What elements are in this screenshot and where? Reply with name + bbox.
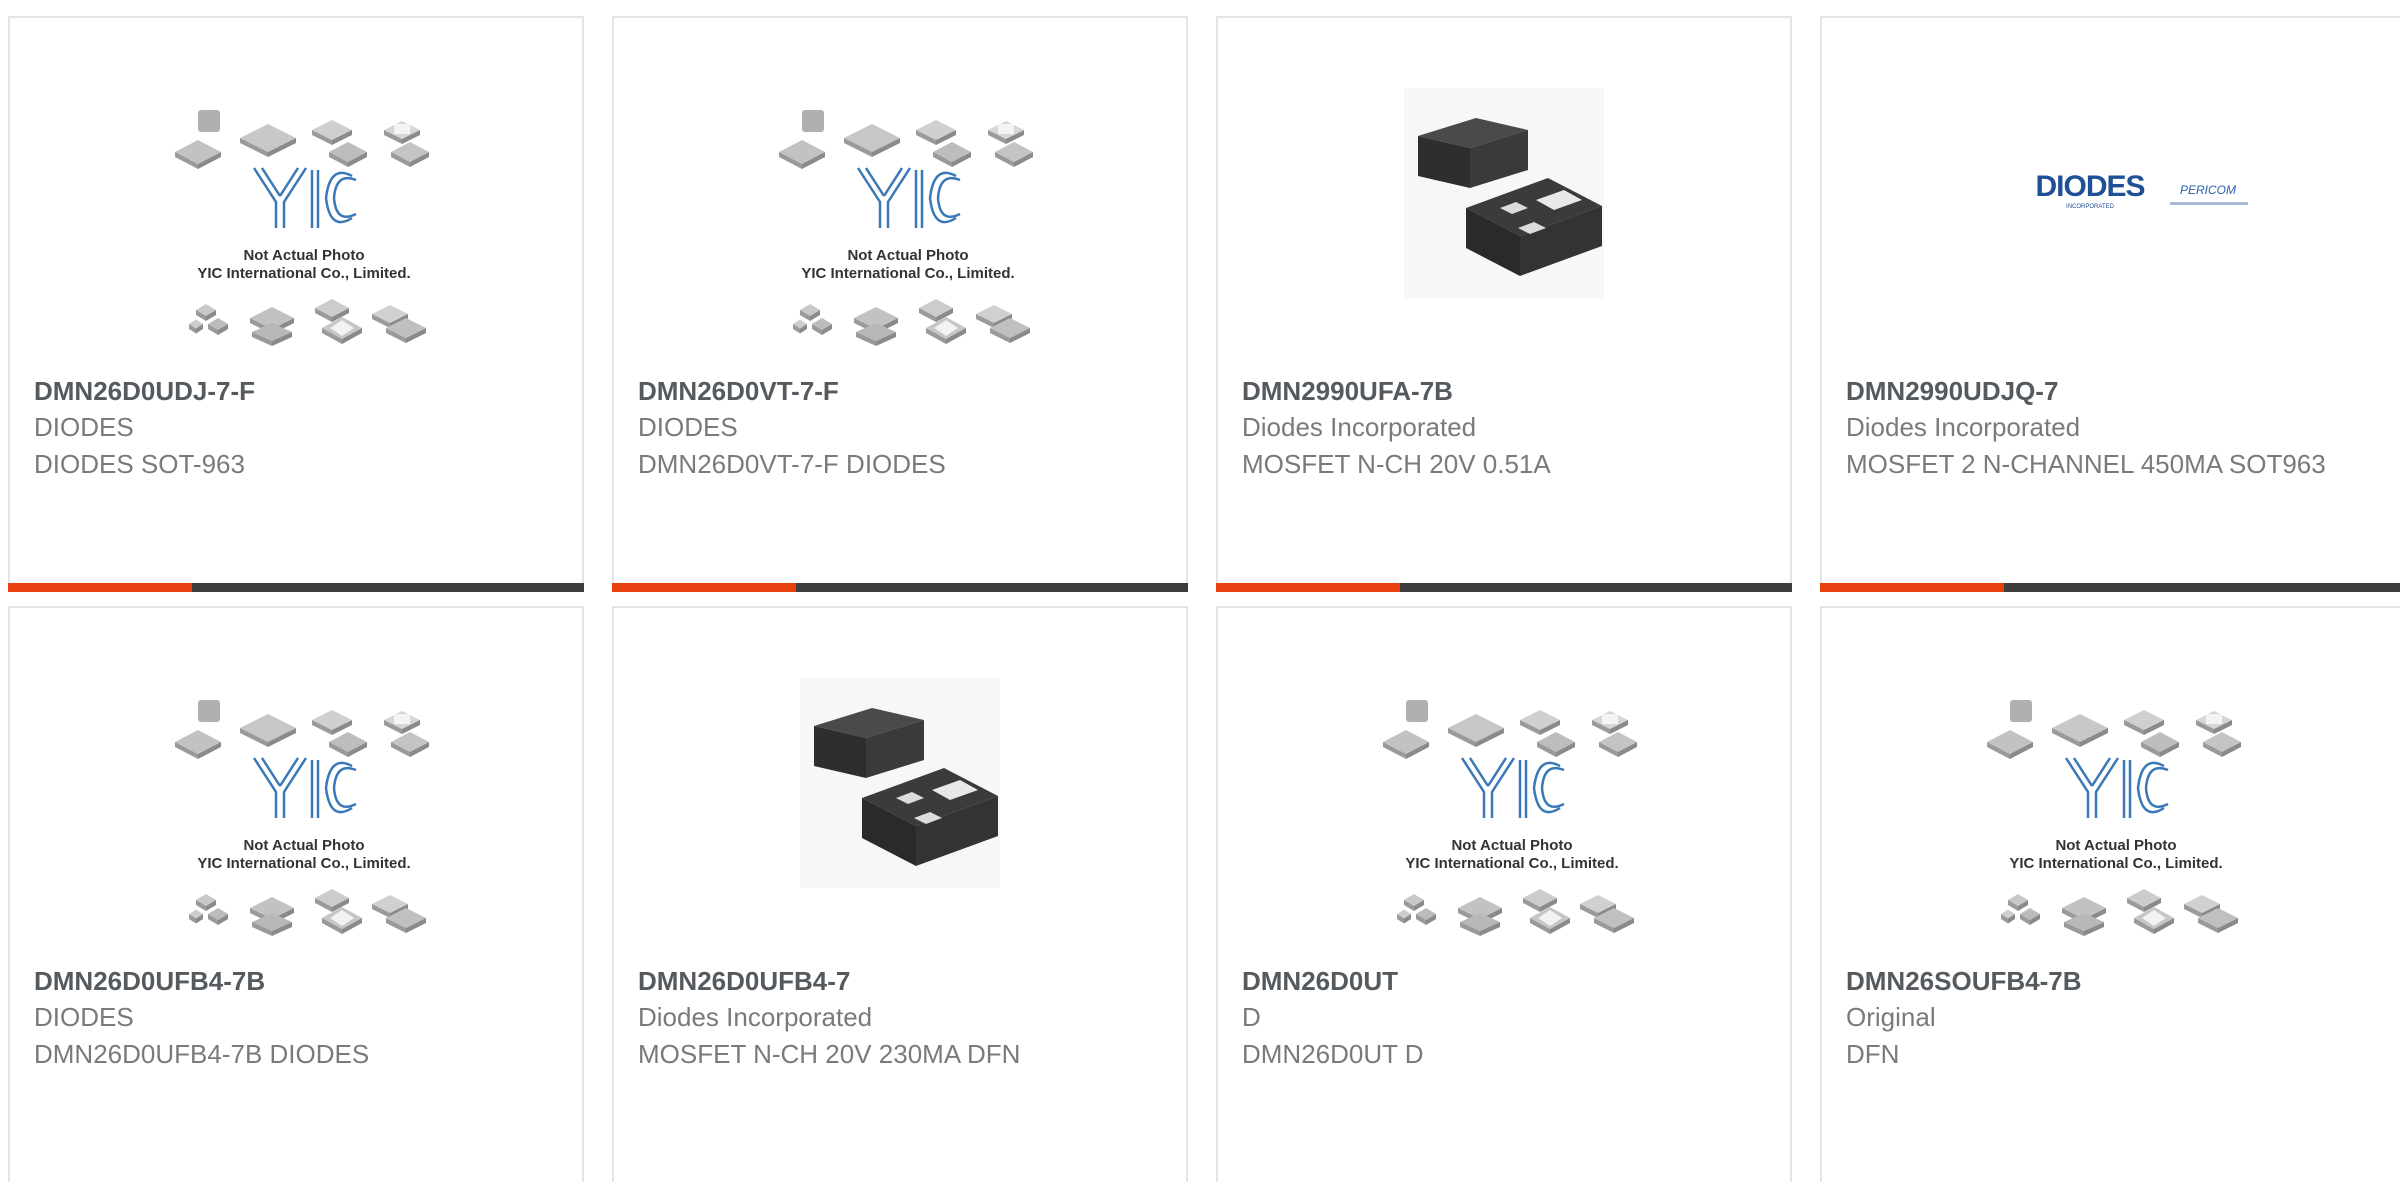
- yic-logo: [252, 757, 357, 818]
- manufacturer-label: DIODES: [638, 412, 738, 442]
- chip-icons-top: [1383, 700, 1637, 759]
- svg-text:DIODES: DIODES: [2035, 170, 2144, 203]
- svg-text:YIC International Co., Limited: YIC International Co., Limited.: [2009, 855, 2222, 872]
- part-number-link[interactable]: DMN2990UDJQ-7: [1846, 374, 2382, 408]
- card-accent: [612, 583, 796, 592]
- chip-icons-bottom: [189, 299, 426, 346]
- card-bottom-bar: [1216, 583, 1792, 592]
- product-card[interactable]: Not Actual Photo YIC International Co., …: [8, 16, 584, 592]
- description-text: DMN26D0UT D: [1242, 1039, 1424, 1069]
- yic-logo: [2064, 757, 2169, 818]
- product-image[interactable]: [614, 608, 1186, 958]
- product-card[interactable]: DMN2990UFA-7B Diodes Incorporated MOSFET…: [1216, 16, 1792, 592]
- part-number-link[interactable]: DMN26SOUFB4-7B: [1846, 964, 2382, 998]
- part-number-link[interactable]: DMN2990UFA-7B: [1242, 374, 1770, 408]
- svg-text:YIC: YIC: [2115, 803, 2117, 805]
- svg-text:Not Actual Photo: Not Actual Photo: [2055, 837, 2176, 854]
- description-text: DFN: [1846, 1039, 1900, 1069]
- svg-text:YIC: YIC: [907, 213, 909, 215]
- description-text: DMN26D0UFB4-7B DIODES: [34, 1039, 370, 1069]
- product-image[interactable]: DIODES INCORPORATED PERICOM: [1822, 18, 2400, 368]
- product-image[interactable]: Not Actual Photo YIC International Co., …: [1218, 608, 1790, 958]
- description-text: MOSFET 2 N-CHANNEL 450MA SOT963: [1846, 449, 2326, 479]
- svg-text:YIC International Co., Limited: YIC International Co., Limited.: [197, 265, 410, 282]
- svg-text:INCORPORATED: INCORPORATED: [2066, 204, 2115, 210]
- chip-icons-bottom: [2001, 889, 2238, 936]
- chip-icons-top: [1987, 700, 2241, 759]
- description-text: MOSFET N-CH 20V 230MA DFN: [638, 1039, 1021, 1069]
- svg-text:YIC: YIC: [303, 803, 305, 805]
- product-image[interactable]: [1218, 18, 1790, 368]
- svg-text:YIC: YIC: [303, 213, 305, 215]
- chip-icons-bottom: [189, 889, 426, 936]
- chip-icons-bottom: [793, 299, 1030, 346]
- chip-icons-bottom: [1397, 889, 1634, 936]
- product-image[interactable]: Not Actual Photo YIC International Co., …: [1822, 608, 2400, 958]
- card-accent: [1216, 583, 1400, 592]
- manufacturer-label: Diodes Incorporated: [638, 1002, 873, 1032]
- card-bottom-bar: [612, 583, 1188, 592]
- svg-text:Not Actual Photo: Not Actual Photo: [847, 247, 968, 264]
- chip-icons-top: [175, 700, 429, 759]
- svg-text:YIC International Co., Limited: YIC International Co., Limited.: [801, 265, 1014, 282]
- part-number-link[interactable]: DMN26D0UFB4-7B: [34, 964, 562, 998]
- part-number-link[interactable]: DMN26D0UFB4-7: [638, 964, 1166, 998]
- product-card[interactable]: Not Actual Photo YIC International Co., …: [1216, 606, 1792, 1182]
- product-card[interactable]: DMN26D0UFB4-7 Diodes Incorporated MOSFET…: [612, 606, 1188, 1182]
- svg-text:Not Actual Photo: Not Actual Photo: [243, 837, 364, 854]
- manufacturer-label: DIODES: [34, 412, 134, 442]
- product-image[interactable]: Not Actual Photo YIC International Co., …: [10, 18, 582, 368]
- yic-logo: [1460, 757, 1565, 818]
- card-accent: [1820, 583, 2004, 592]
- chip-icons-top: [779, 110, 1033, 169]
- card-bottom-bar: [1820, 583, 2400, 592]
- svg-text:Not Actual Photo: Not Actual Photo: [1451, 837, 1572, 854]
- product-card[interactable]: DIODES INCORPORATED PERICOM DMN2990UDJQ-…: [1820, 16, 2400, 592]
- product-grid: Not Actual Photo YIC International Co., …: [0, 0, 2400, 1182]
- product-card[interactable]: Not Actual Photo YIC International Co., …: [612, 16, 1188, 592]
- manufacturer-label: Diodes Incorporated: [1242, 412, 1477, 442]
- svg-text:YIC International Co., Limited: YIC International Co., Limited.: [1405, 855, 1618, 872]
- part-number-link[interactable]: DMN26D0UDJ-7-F: [34, 374, 562, 408]
- yic-logo: [856, 167, 961, 228]
- card-accent: [8, 583, 192, 592]
- product-image[interactable]: Not Actual Photo YIC International Co., …: [614, 18, 1186, 368]
- chip-icons-top: [175, 110, 429, 169]
- description-text: DMN26D0VT-7-F DIODES: [638, 449, 946, 479]
- svg-text:PERICOM: PERICOM: [2180, 183, 2236, 197]
- manufacturer-label: DIODES: [34, 1002, 134, 1032]
- product-card[interactable]: Not Actual Photo YIC International Co., …: [1820, 606, 2400, 1182]
- svg-text:YIC International Co., Limited: YIC International Co., Limited.: [197, 855, 410, 872]
- manufacturer-label: Original: [1846, 1002, 1936, 1032]
- product-image[interactable]: Not Actual Photo YIC International Co., …: [10, 608, 582, 958]
- part-number-link[interactable]: DMN26D0UT: [1242, 964, 1770, 998]
- product-card[interactable]: Not Actual Photo YIC International Co., …: [8, 606, 584, 1182]
- svg-text:YIC: YIC: [1511, 803, 1513, 805]
- description-text: MOSFET N-CH 20V 0.51A: [1242, 449, 1551, 479]
- manufacturer-label: D: [1242, 1002, 1261, 1032]
- manufacturer-label: Diodes Incorporated: [1846, 412, 2081, 442]
- description-text: DIODES SOT-963: [34, 449, 245, 479]
- svg-text:Not Actual Photo: Not Actual Photo: [243, 247, 364, 264]
- part-number-link[interactable]: DMN26D0VT-7-F: [638, 374, 1166, 408]
- yic-logo: [252, 167, 357, 228]
- card-bottom-bar: [8, 583, 584, 592]
